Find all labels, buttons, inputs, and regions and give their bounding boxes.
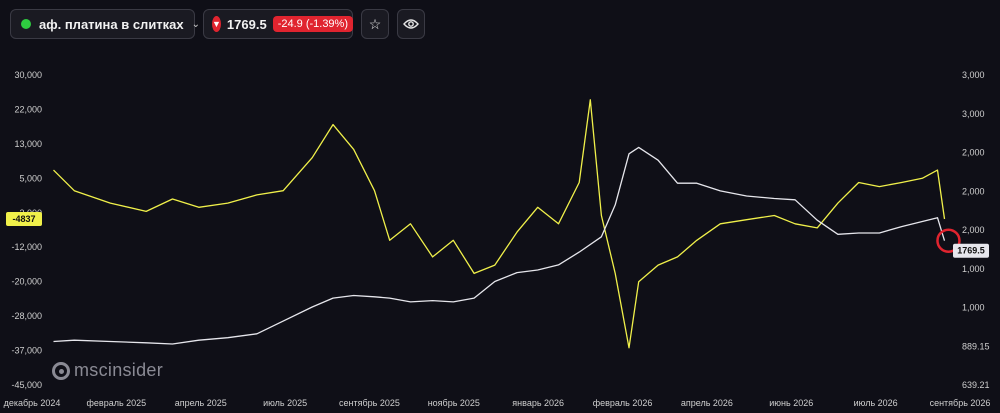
x-tick-label: июль 2026 xyxy=(854,398,898,408)
left-tick-label: -12,000 xyxy=(11,242,42,252)
right-tick-label: 2,000 xyxy=(962,148,985,158)
x-tick-label: сентябрь 2026 xyxy=(930,398,991,408)
x-tick-label: сентябрь 2025 xyxy=(339,398,400,408)
x-tick-label: декабрь 2024 xyxy=(4,398,61,408)
left-axis-ticks: 30,00022,00013,0005,000-3,000-12,000-20,… xyxy=(11,70,42,390)
logo-text: mscinsider xyxy=(74,360,164,380)
right-tick-label: 1,000 xyxy=(962,264,985,274)
left-last-value-label: -4837 xyxy=(12,214,35,224)
right-tick-label: 3,000 xyxy=(962,70,985,80)
right-tick-label: 2,000 xyxy=(962,186,985,196)
right-tick-label: 639.21 xyxy=(962,380,990,390)
left-tick-label: -20,000 xyxy=(11,277,42,287)
x-axis-ticks: декабрь 2024 февраль 2025 апрель 2025 июль … xyxy=(4,398,991,408)
logo: mscinsider xyxy=(52,360,163,381)
x-tick-label: январь 2026 xyxy=(512,398,564,408)
left-tick-label: 22,000 xyxy=(14,104,42,114)
x-tick-label: июль 2025 xyxy=(263,398,307,408)
right-tick-label: 2,000 xyxy=(962,225,985,235)
left-tick-label: 13,000 xyxy=(14,139,42,149)
x-tick-label: апрель 2026 xyxy=(681,398,733,408)
left-tick-label: -37,000 xyxy=(11,346,42,356)
right-axis-ticks: 3,000 3,000 2,000 2,000 2,000 1,000 1,000 889.1… xyxy=(962,70,990,390)
chart: 30,00022,00013,0005,000-3,000-12,000-20,… xyxy=(4,70,991,408)
x-tick-label: апрель 2025 xyxy=(175,398,227,408)
right-tick-label: 3,000 xyxy=(962,109,985,119)
left-tick-label: -28,000 xyxy=(11,311,42,321)
right-tick-label: 889.15 xyxy=(962,341,990,351)
x-tick-label: февраль 2025 xyxy=(87,398,147,408)
left-tick-label: 30,000 xyxy=(14,70,42,80)
x-tick-label: февраль 2026 xyxy=(593,398,653,408)
left-axis-series-line xyxy=(53,99,946,349)
series-lines xyxy=(53,99,946,349)
last-value-markers: -4837 1769.5 xyxy=(6,211,989,258)
left-tick-label: 5,000 xyxy=(19,173,42,183)
x-tick-label: ноябрь 2025 xyxy=(428,398,480,408)
left-tick-label: -45,000 xyxy=(11,380,42,390)
right-tick-label: 1,000 xyxy=(962,303,985,313)
x-tick-label: июнь 2026 xyxy=(769,398,813,408)
right-last-value-label: 1769.5 xyxy=(957,246,985,256)
logo-icon xyxy=(52,361,70,380)
right-axis-series-line xyxy=(53,146,946,345)
